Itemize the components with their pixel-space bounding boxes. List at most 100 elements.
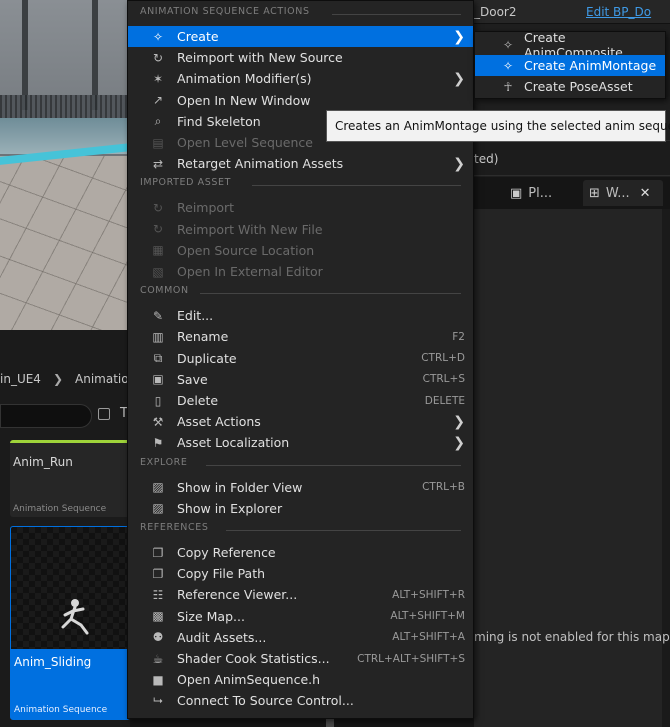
chevron-right-icon: ❯ [453, 155, 465, 172]
shader-icon: ☕ [152, 651, 164, 666]
grid-icon: ⊞ [589, 185, 600, 201]
folder-search-icon: ▨ [152, 501, 164, 516]
menu-section-header: IMPORTED ASSET [140, 177, 232, 189]
streaming-message: ming is not enabled for this map [474, 630, 670, 644]
submenu-item-label: Create AnimMontage [524, 58, 657, 73]
menu-item-label: Create [177, 29, 219, 44]
menu-item-reference-viewer[interactable]: ☷ Reference Viewer... ALT+SHIFT+R [128, 584, 473, 605]
submenu-item-label: Create PoseAsset [524, 79, 633, 94]
edit-blueprint-link[interactable]: Edit BP_Do [586, 5, 651, 19]
menu-item-reimport-with-new-file[interactable]: ↻ Reimport With New File [128, 219, 473, 240]
menu-item-shortcut: ALT+SHIFT+R [392, 588, 465, 601]
chevron-right-icon: ❯ [453, 70, 465, 87]
menu-item-shader-cook-statistics[interactable]: ☕ Shader Cook Statistics... CTRL+ALT+SHIFT… [128, 648, 473, 669]
menu-item-label: Save [177, 371, 208, 387]
menu-item-show-in-explorer[interactable]: ▨ Show in Explorer [128, 498, 473, 519]
flag-icon: ⚑ [152, 435, 164, 450]
menu-item-label: Shader Cook Statistics... [177, 651, 330, 666]
reference-viewer-icon: ☷ [152, 587, 164, 602]
submenu-item-create-animcomposite[interactable]: ✧ Create AnimComposite [475, 30, 665, 60]
menu-item-shortcut: CTRL+ALT+SHIFT+S [357, 652, 465, 665]
menu-item-size-map[interactable]: ▩ Size Map... ALT+SHIFT+M [128, 606, 473, 627]
rename-icon: ▥ [152, 329, 164, 344]
menu-section-header: REFERENCES [140, 522, 209, 533]
menu-item-open-in-new-window[interactable]: ↗ Open In New Window [128, 90, 473, 111]
menu-item-shortcut: ALT+SHIFT+M [390, 610, 465, 623]
menu-item-label: Audit Assets... [177, 629, 267, 645]
submenu-item-create-poseasset[interactable]: ☥ Create PoseAsset [475, 76, 665, 97]
menu-separator [206, 464, 461, 466]
menu-item-duplicate[interactable]: ⧉ Duplicate CTRL+D [128, 348, 473, 369]
close-icon[interactable]: ✕ [640, 186, 651, 201]
menu-separator [331, 14, 461, 15]
wrench-icon: ⚒ [152, 414, 164, 429]
duplicate-icon: ⧉ [153, 350, 163, 365]
menu-item-label: Open AnimSequence.h [177, 672, 321, 688]
menu-item-label: Show in Explorer [177, 500, 283, 516]
menu-item-reimport[interactable]: ↻ Reimport [128, 197, 473, 218]
menu-item-animation-modifier-s[interactable]: ✶ Animation Modifier(s) ❯ [128, 68, 473, 89]
save-icon[interactable] [98, 408, 110, 420]
actor-name: _Door2 [474, 5, 517, 19]
menu-item-label: Animation Modifier(s) [177, 71, 312, 87]
external-editor-icon: ▧ [152, 264, 164, 279]
menu-item-rename[interactable]: ▥ Rename F2 [128, 326, 473, 347]
menu-item-save[interactable]: ▣ Save CTRL+S [128, 369, 473, 390]
menu-item-retarget-animation-assets[interactable]: ⇄ Retarget Animation Assets ❯ [128, 153, 473, 174]
asset-type: Animation Sequence [14, 705, 108, 715]
tab-place-actors[interactable]: ▣ Pl... [504, 180, 558, 206]
menu-separator [226, 530, 461, 531]
menu-item-copy-file-path[interactable]: ❐ Copy File Path [128, 563, 473, 584]
menu-item-shortcut: F2 [452, 330, 465, 343]
chevron-right-icon: ❯ [453, 434, 465, 451]
menu-item-create[interactable]: ✧ Create ❯ [128, 26, 473, 47]
breadcrumb-item[interactable]: in_UE4 [0, 372, 41, 386]
tooltip: Creates an AnimMontage using the selecte… [326, 110, 670, 142]
menu-item-label: Reimport [177, 200, 235, 216]
character-pose-icon [61, 599, 89, 635]
world-panel [474, 209, 670, 727]
tab-world[interactable]: ⊞ W... ✕ [583, 180, 663, 206]
menu-item-delete[interactable]: ▯ Delete DELETE [128, 390, 473, 411]
scrollbar[interactable] [662, 209, 670, 727]
chevron-right-icon: ❯ [453, 28, 465, 45]
menu-item-label: Open In New Window [177, 92, 311, 108]
menu-item-label: Copy File Path [177, 566, 266, 582]
breadcrumb: in_UE4 ❯ Animation [0, 366, 136, 392]
menu-item-audit-assets[interactable]: ⚉ Audit Assets... ALT+SHIFT+A [128, 627, 473, 648]
menu-item-open-source-location[interactable]: ▦ Open Source Location [128, 240, 473, 261]
menu-item-copy-reference[interactable]: ❐ Copy Reference [128, 542, 473, 563]
menu-item-label: Show in Folder View [177, 479, 303, 495]
menu-item-label: Connect To Source Control... [177, 693, 354, 709]
details-text: ted) [474, 152, 499, 166]
search-input[interactable] [0, 404, 92, 428]
asset-tile[interactable]: Anim_Run Animation Sequence [10, 440, 130, 517]
copy-icon: ❐ [152, 545, 164, 560]
menu-item-asset-actions[interactable]: ⚒ Asset Actions ❯ [128, 411, 473, 432]
reimport-icon: ↻ [152, 222, 164, 237]
chevron-right-icon: ❯ [453, 413, 465, 430]
menu-item-asset-localization[interactable]: ⚑ Asset Localization ❯ [128, 432, 473, 453]
menu-item-open-in-external-editor[interactable]: ▧ Open In External Editor [128, 261, 473, 282]
pencil-icon: ✎ [152, 308, 164, 323]
menu-item-show-in-folder-view[interactable]: ▨ Show in Folder View CTRL+B [128, 477, 473, 498]
submenu-item-create-animmontage[interactable]: ✧ Create AnimMontage [475, 55, 665, 76]
anim-montage-icon: ✧ [502, 58, 514, 73]
viewport-pole [92, 0, 98, 110]
open-window-icon: ↗ [152, 93, 164, 108]
menu-item-label: Retarget Animation Assets [177, 156, 344, 172]
asset-tile-selected[interactable]: Anim_Sliding Animation Sequence [10, 526, 130, 720]
menu-item-label: Delete [177, 393, 219, 408]
menu-item-edit[interactable]: ✎ Edit... [128, 305, 473, 326]
create-submenu: ✧ Create AnimComposite ✧ Create AnimMontage… [474, 30, 666, 99]
level-viewport[interactable] [0, 0, 130, 330]
folder-icon: ▦ [152, 243, 164, 258]
size-map-icon: ▩ [152, 609, 164, 624]
menu-item-label: Reference Viewer... [177, 587, 298, 603]
scrollbar[interactable] [326, 719, 334, 727]
menu-item-label: Open Source Location [177, 242, 315, 258]
menu-item-open-animsequence-h[interactable]: ■ Open AnimSequence.h [128, 669, 473, 690]
menu-item-connect-to-source-control[interactable]: ⮡ Connect To Source Control... [128, 690, 473, 711]
folder-search-icon: ▨ [152, 480, 164, 495]
menu-item-reimport-with-new-source[interactable]: ↻ Reimport with New Source [128, 47, 473, 68]
